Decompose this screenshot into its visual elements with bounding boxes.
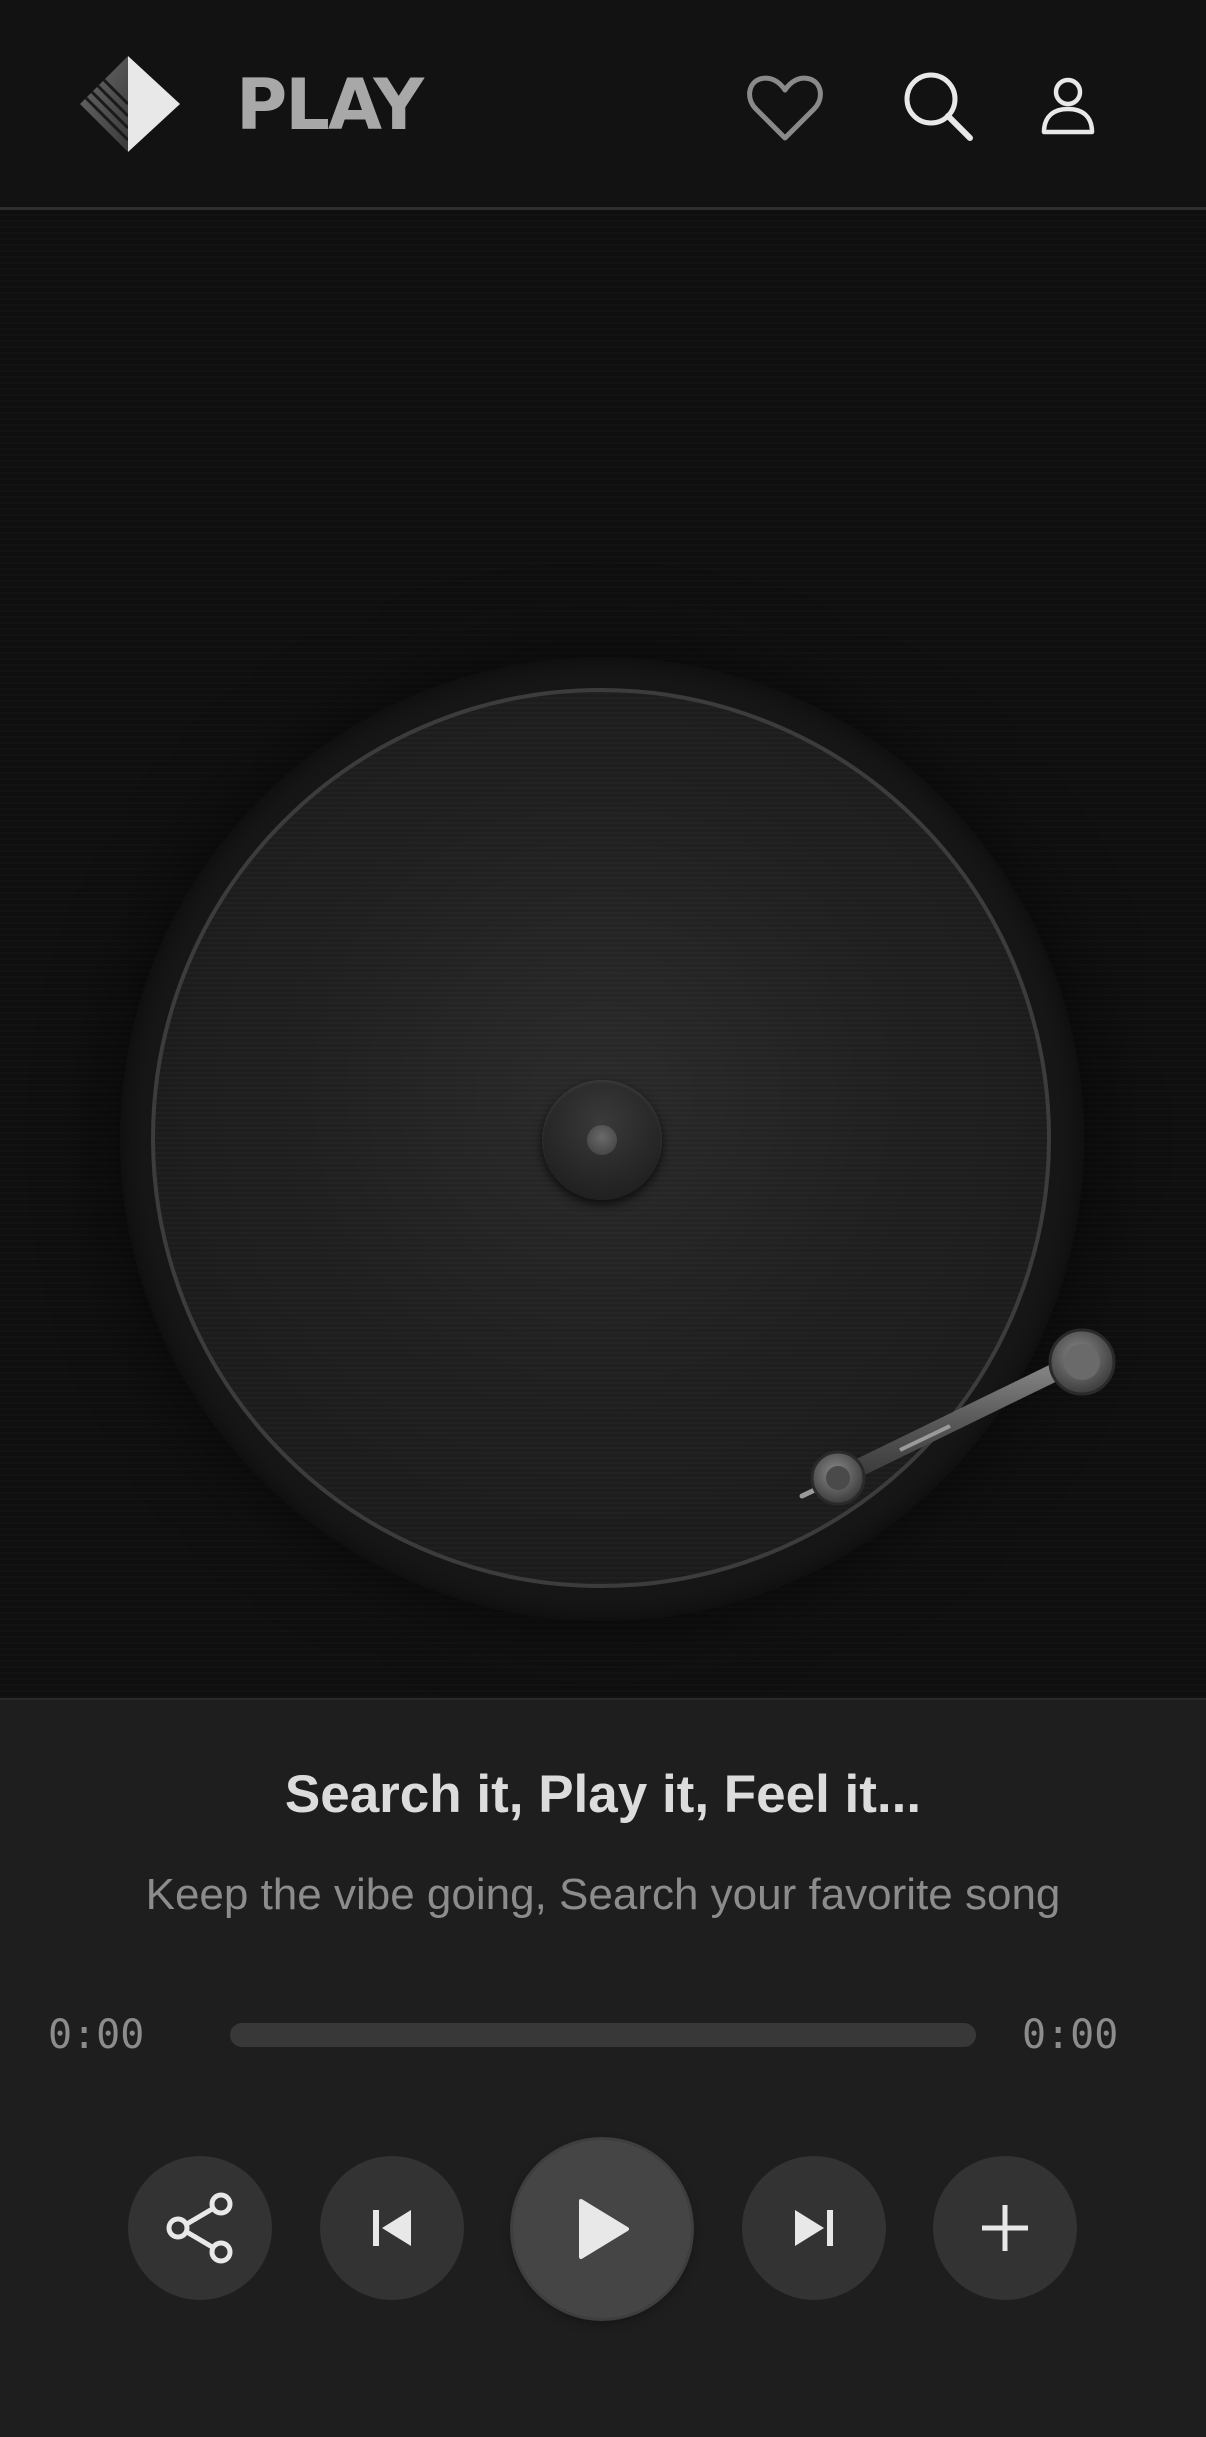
track-title: Search it, Play it, Feel it... [284,1765,922,1824]
add-to-playlist-button[interactable] [933,2156,1077,2300]
app-header: PLAY [0,0,1206,210]
next-track-button[interactable] [742,2156,886,2300]
skip-previous-icon [373,2210,411,2246]
diamond-logo-icon [80,56,180,152]
total-time: 0:00 [1022,2012,1119,2058]
user-icon[interactable] [1040,76,1096,136]
tonearm[interactable] [780,1310,1120,1550]
play-button[interactable] [513,2140,691,2318]
previous-track-button[interactable] [320,2156,464,2300]
search-icon[interactable] [900,68,976,144]
skip-next-icon [795,2210,833,2246]
heart-icon[interactable] [744,66,826,148]
app-logo-text: PLAY [236,64,424,146]
track-subtitle: Keep the vibe going, Search your favorit… [145,1870,1061,1919]
current-time: 0:00 [48,2012,145,2058]
spindle-pin [587,1125,617,1155]
share-icon [166,2192,233,2264]
progress-bar[interactable] [230,2023,976,2047]
turntable-area [0,210,1206,1698]
now-playing-panel: Search it, Play it, Feel it... Keep the … [0,1698,1206,2437]
share-button[interactable] [128,2156,272,2300]
play-icon [579,2199,629,2259]
plus-icon [982,2205,1028,2251]
